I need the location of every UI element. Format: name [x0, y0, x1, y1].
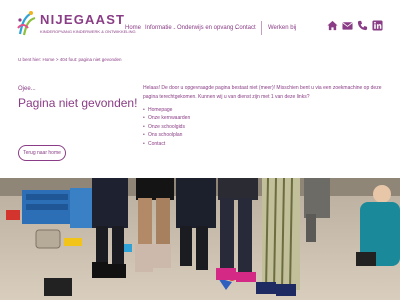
- nav-contact[interactable]: Contact: [235, 25, 256, 31]
- nav-onderwijs-label: Onderwijs en opvang: [177, 25, 234, 31]
- back-home-button[interactable]: Terug naar home: [18, 145, 66, 161]
- children-playground-image: [0, 178, 400, 300]
- logo-tagline: KINDEROPVANG KINDERWERK & ONTWIKKELING: [40, 29, 136, 34]
- logo[interactable]: NIJEGAAST KINDEROPVANG KINDERWERK & ONTW…: [16, 10, 136, 42]
- nav-home[interactable]: Home: [125, 25, 141, 31]
- linkedin-icon[interactable]: [372, 20, 383, 31]
- mail-icon[interactable]: [342, 20, 353, 31]
- site-header: NIJEGAAST KINDEROPVANG KINDERWERK & ONTW…: [0, 0, 400, 50]
- page-title: Pagina niet gevonden!: [18, 96, 138, 110]
- hero-photo: [0, 178, 400, 300]
- link-schoolgids[interactable]: Onze schoolgids: [143, 123, 190, 132]
- nav-informatie[interactable]: Informatie ⌄: [145, 25, 176, 31]
- breadcrumb-separator: >: [55, 57, 59, 62]
- breadcrumb-prefix: U bent hier:: [18, 57, 42, 62]
- logo-name: NIJEGAAST: [40, 12, 126, 27]
- error-oops: Ojee...: [18, 86, 36, 92]
- link-contact[interactable]: Contact: [143, 140, 190, 149]
- breadcrumb-current: 404 fout: pagina niet gevonden: [59, 57, 122, 62]
- phone-icon[interactable]: [357, 20, 368, 31]
- link-kernwaarden[interactable]: Onze kernwaarden: [143, 114, 190, 123]
- breadcrumb-home[interactable]: Home: [43, 57, 55, 62]
- logo-mark-icon: [17, 11, 36, 36]
- nav-onderwijs[interactable]: Onderwijs en opvang ⌄: [177, 25, 238, 31]
- nav-divider: [261, 21, 262, 35]
- nav-werken-bij[interactable]: Werken bij: [268, 25, 296, 31]
- suggested-links: Homepage Onze kernwaarden Onze schoolgid…: [143, 106, 190, 148]
- link-schoolplan[interactable]: Ons schoolplan: [143, 131, 190, 140]
- error-intro: Helaas! De door u opgevraagde pagina bes…: [143, 85, 382, 100]
- chevron-down-icon: ⌄: [171, 25, 177, 30]
- home-icon[interactable]: [327, 20, 338, 31]
- link-homepage[interactable]: Homepage: [143, 106, 190, 115]
- breadcrumb: U bent hier: Home > 404 fout: pagina nie…: [18, 57, 122, 62]
- nav-informatie-label: Informatie: [145, 25, 172, 31]
